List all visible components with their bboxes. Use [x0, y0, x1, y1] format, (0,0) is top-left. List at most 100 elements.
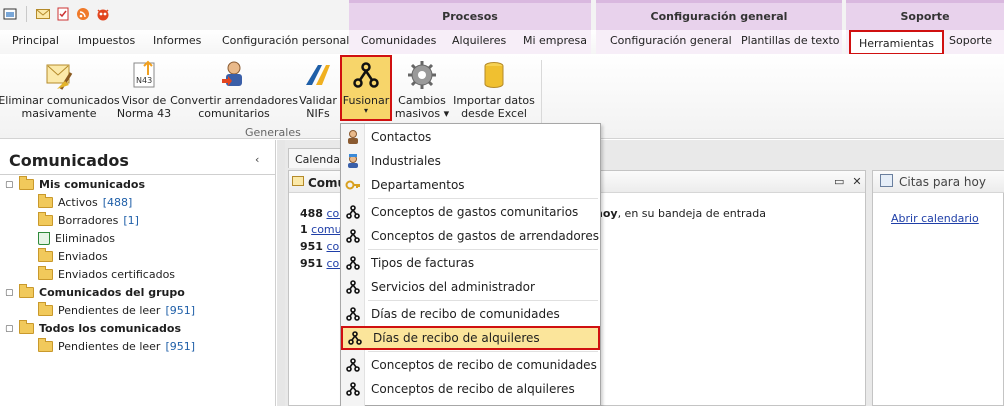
- expand-toggle-icon[interactable]: ▢: [5, 324, 14, 334]
- tab-calendario[interactable]: Calendario: [288, 148, 348, 168]
- menu-label: Conceptos de gastos comunitarios: [371, 205, 579, 219]
- tab-herramientas[interactable]: Herramientas: [849, 30, 944, 55]
- importar-excel-button[interactable]: Importar datos desde Excel: [453, 58, 535, 120]
- tax-agency-icon: [301, 58, 335, 92]
- nav-divider: [0, 174, 276, 175]
- tree-borradores[interactable]: Borradores [1]: [38, 212, 139, 227]
- checklist-icon[interactable]: [55, 6, 71, 22]
- tab-plantillas[interactable]: Plantillas de texto: [741, 34, 840, 47]
- context-group-procesos: Procesos: [349, 0, 591, 30]
- tab-config-general[interactable]: Configuración general: [610, 34, 732, 47]
- eliminar-label: Eliminar comunicados masivamente: [0, 94, 120, 120]
- menu-item-contactos[interactable]: Contactos: [341, 125, 600, 149]
- tab-comunidades[interactable]: Comunidades: [361, 34, 436, 47]
- visor-norma-button[interactable]: N43 Visor de Norma 43: [116, 58, 172, 120]
- monster-icon[interactable]: [95, 6, 111, 22]
- citas-panel: [872, 170, 1004, 406]
- tree-pendientes-grupo[interactable]: Pendientes de leer [951]: [38, 302, 195, 317]
- tree-label: Enviados certificados: [58, 268, 176, 281]
- tree-label: Eliminados: [55, 232, 115, 245]
- folder-icon: [19, 284, 34, 298]
- menu-item-servicios-administrador[interactable]: Servicios del administrador: [341, 275, 600, 299]
- person-icon: [341, 129, 365, 145]
- citas-title: Citas para hoy: [899, 175, 986, 189]
- tree-label: Activos: [58, 196, 98, 209]
- tree-pendientes-todos[interactable]: Pendientes de leer [951]: [38, 338, 196, 353]
- tree-comunicados-grupo[interactable]: ▢ Comunicados del grupo: [5, 284, 185, 299]
- folder-icon: [19, 320, 34, 334]
- tab-soporte[interactable]: Soporte: [949, 34, 992, 47]
- abrir-calendario-link[interactable]: Abrir calendario: [891, 212, 979, 225]
- tree-label: Pendientes de leer: [58, 340, 161, 353]
- folder-icon: [19, 176, 34, 190]
- menu-item-tipos-facturas[interactable]: Tipos de facturas: [341, 251, 600, 275]
- menu-label: Industriales: [371, 154, 441, 168]
- ribbon-group-label: Generales: [245, 126, 301, 139]
- tab-mi-empresa[interactable]: Mi empresa: [523, 34, 587, 47]
- tree-mis-comunicados[interactable]: ▢ Mis comunicados: [5, 176, 145, 191]
- menu-item-conceptos-alquileres[interactable]: Conceptos de recibo de alquileres: [341, 377, 600, 401]
- folder-icon: [38, 212, 53, 226]
- tree-count: [951]: [165, 340, 196, 353]
- collapse-pane-icon[interactable]: ‹: [255, 153, 259, 166]
- tree-eliminados[interactable]: Eliminados: [38, 232, 115, 245]
- folder-icon: [38, 194, 53, 208]
- tab-impuestos[interactable]: Impuestos: [78, 34, 135, 47]
- menu-item-dias-alquileres[interactable]: Días de recibo de alquileres: [341, 326, 600, 350]
- pane-splitter[interactable]: [277, 140, 285, 406]
- tree-label: Comunicados del grupo: [39, 286, 185, 299]
- menu-label: Días de recibo de alquileres: [373, 331, 540, 345]
- minimize-icon[interactable]: ▭: [834, 175, 844, 188]
- expand-toggle-icon[interactable]: ▢: [5, 288, 14, 298]
- menu-item-dias-comunidades[interactable]: Días de recibo de comunidades: [341, 302, 600, 326]
- importar-label: Importar datos desde Excel: [453, 94, 535, 120]
- merge-icon: [343, 331, 367, 345]
- tab-config-personal[interactable]: Configuración personal: [222, 34, 349, 47]
- tree-enviados-certificados[interactable]: Enviados certificados: [38, 266, 176, 281]
- context-group-config: Configuración general: [596, 0, 842, 30]
- stat-number: 951: [300, 257, 323, 270]
- tree-count: [1]: [123, 214, 139, 227]
- menu-item-industriales[interactable]: Industriales: [341, 149, 600, 173]
- app-icon[interactable]: [2, 6, 18, 22]
- menu-label: Conceptos de recibo de alquileres: [371, 382, 575, 396]
- tree-label: Todos los comunicados: [39, 322, 182, 335]
- cambios-masivos-button[interactable]: Cambios masivos ▾: [394, 58, 450, 120]
- menu-label: Departamentos: [371, 178, 465, 192]
- tab-alquileres[interactable]: Alquileres: [452, 34, 506, 47]
- tree-label: Mis comunicados: [39, 178, 145, 191]
- chevron-down-icon: ▾: [363, 106, 368, 115]
- context-group-soporte: Soporte: [846, 0, 1004, 30]
- tab-principal[interactable]: Principal: [12, 34, 59, 47]
- menu-label: Tipos de facturas: [371, 256, 475, 270]
- menu-item-departamentos[interactable]: Departamentos: [341, 173, 600, 197]
- convertir-arrendadores-button[interactable]: Convertir arrendadores comunitarios: [170, 58, 298, 120]
- inbox-rest: , en su bandeja de entrada: [617, 207, 767, 220]
- validar-nifs-button[interactable]: Validar NIFs: [298, 58, 338, 120]
- close-icon[interactable]: ✕: [852, 175, 861, 188]
- merge-icon: [341, 307, 365, 321]
- menu-label: Contactos: [371, 130, 432, 144]
- menu-separator: [368, 300, 598, 301]
- merge-icon: [341, 256, 365, 270]
- tree-enviados[interactable]: Enviados: [38, 248, 108, 263]
- menu-label: Conceptos de recibo de comunidades: [371, 358, 597, 372]
- menu-item-gastos-arrendadores[interactable]: Conceptos de gastos de arrendadores: [341, 224, 600, 248]
- n43-document-icon: N43: [127, 58, 161, 92]
- nav-title: Comunicados: [9, 151, 129, 170]
- menu-item-conceptos-comunidades[interactable]: Conceptos de recibo de comunidades: [341, 353, 600, 377]
- tree-todos-comunicados[interactable]: ▢ Todos los comunicados: [5, 320, 182, 335]
- tab-informes[interactable]: Informes: [153, 34, 201, 47]
- menu-separator: [368, 249, 598, 250]
- mail-icon[interactable]: [35, 6, 51, 22]
- panel-controls: ▭ ✕: [834, 175, 862, 188]
- menu-separator: [368, 351, 598, 352]
- fusionar-button[interactable]: Fusionar ▾: [342, 58, 390, 115]
- tree-activos[interactable]: Activos [488]: [38, 194, 132, 209]
- rss-icon[interactable]: [75, 6, 91, 22]
- expand-toggle-icon[interactable]: ▢: [5, 180, 14, 190]
- menu-item-gastos-comunitarios[interactable]: Conceptos de gastos comunitarios: [341, 200, 600, 224]
- eliminar-comunicados-button[interactable]: Eliminar comunicados masivamente: [0, 58, 120, 120]
- merge-icon: [349, 58, 383, 92]
- tree-label: Borradores: [58, 214, 119, 227]
